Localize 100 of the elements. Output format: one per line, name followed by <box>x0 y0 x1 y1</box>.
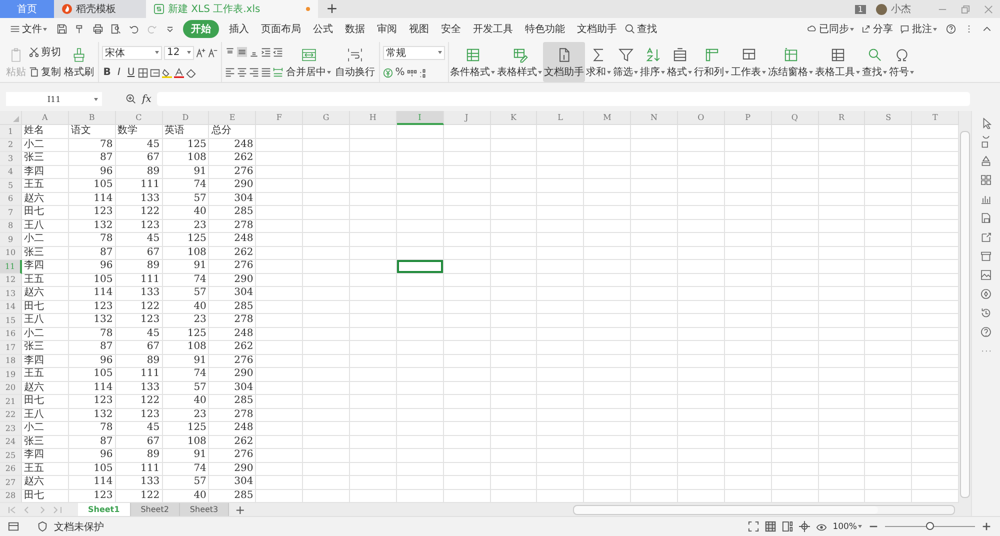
column-header[interactable]: A <box>22 111 69 125</box>
action-button[interactable]: 批注 <box>912 22 937 36</box>
sidebar-tool-icon[interactable] <box>980 231 992 243</box>
horizontal-scrollbar[interactable] <box>573 504 956 514</box>
undo-icon[interactable] <box>129 24 139 34</box>
row-header[interactable]: 16 <box>0 328 22 341</box>
ribbon-button[interactable]: 文档助手 <box>543 42 585 82</box>
ribbon-button[interactable]: 查找 <box>861 42 888 82</box>
share-icon[interactable] <box>861 24 871 34</box>
menu-tab[interactable]: 开始 <box>183 20 219 38</box>
function-button[interactable]: fx <box>142 94 152 104</box>
row-header[interactable]: 2 <box>0 138 22 152</box>
zoom-level[interactable]: 100% <box>832 522 862 532</box>
shield-icon[interactable] <box>37 521 48 532</box>
row-header[interactable]: 1 <box>0 125 22 138</box>
outdent-icon[interactable] <box>273 47 283 57</box>
row-header[interactable]: 9 <box>0 233 22 246</box>
row-header[interactable]: 15 <box>0 314 22 328</box>
merge-center-button[interactable]: 合并居中 <box>285 42 332 82</box>
ribbon-button[interactable]: 行和列 <box>693 42 730 82</box>
ribbon-button[interactable]: 冻结窗格 <box>767 42 814 82</box>
row-header[interactable]: 12 <box>0 274 22 287</box>
menu-tab[interactable]: 文档助手 <box>571 20 623 38</box>
font-family-field[interactable]: 宋体 <box>102 46 162 60</box>
ribbon-button[interactable]: 排序 <box>639 42 666 82</box>
align-right-icon[interactable] <box>249 67 259 77</box>
border-icon[interactable] <box>138 68 148 78</box>
menu-tab[interactable]: 公式 <box>307 20 339 38</box>
document-tab[interactable]: 首页 <box>0 0 54 18</box>
row-header[interactable]: 18 <box>0 354 22 368</box>
active-cell[interactable] <box>396 260 444 274</box>
name-box[interactable]: I11 <box>6 92 102 106</box>
number-format-field[interactable]: 常规 <box>383 46 445 60</box>
sidebar-tool-icon[interactable] <box>980 174 992 186</box>
column-header[interactable]: L <box>537 111 584 125</box>
comment-icon[interactable] <box>900 24 910 34</box>
column-header[interactable]: C <box>116 111 163 125</box>
column-header[interactable]: H <box>350 111 397 125</box>
bucket-icon[interactable] <box>162 68 172 78</box>
sheet-tab[interactable]: Sheet2 <box>130 503 180 516</box>
new-tab-button[interactable]: + <box>318 0 346 18</box>
action-button[interactable]: 已同步 <box>819 22 854 36</box>
menu-tab[interactable]: 页面布局 <box>255 20 307 38</box>
align-center-icon[interactable] <box>237 67 247 77</box>
help-icon[interactable] <box>946 24 956 34</box>
column-header[interactable]: J <box>444 111 491 125</box>
copy-button[interactable]: 复制 <box>41 65 61 79</box>
save-icon[interactable] <box>57 24 67 34</box>
eye-icon[interactable] <box>816 521 827 532</box>
sheet-tab[interactable]: Sheet1 <box>78 503 131 516</box>
row-header[interactable]: 17 <box>0 341 22 354</box>
ribbon-button[interactable]: 符号 <box>888 42 915 82</box>
sidebar-tool-icon[interactable] <box>980 326 992 338</box>
align-middle-icon[interactable] <box>237 47 247 57</box>
font-size-field[interactable]: 12 <box>164 46 194 60</box>
sidebar-tool-icon[interactable] <box>980 307 992 319</box>
currency-icon[interactable] <box>383 68 393 78</box>
ribbon-button[interactable]: 工作表 <box>730 42 767 82</box>
sidebar-tool-icon[interactable] <box>980 288 992 300</box>
document-tab[interactable]: 新建 XLS 工作表.xls <box>146 0 318 18</box>
column-header[interactable]: K <box>490 111 538 125</box>
row-header[interactable]: 21 <box>0 395 22 408</box>
row-header[interactable]: 5 <box>0 179 22 192</box>
fill-color-icon[interactable] <box>150 68 160 78</box>
column-header[interactable]: D <box>162 111 210 125</box>
fullscreen-icon[interactable] <box>748 521 759 532</box>
caret-icon[interactable] <box>165 24 175 34</box>
sheet-status-icon[interactable] <box>8 521 19 532</box>
menu-tab[interactable]: 审阅 <box>371 20 403 38</box>
zoom-icon[interactable] <box>126 94 136 104</box>
scissors-icon[interactable] <box>29 47 39 57</box>
column-header[interactable]: F <box>256 111 304 125</box>
column-header[interactable]: S <box>865 111 912 125</box>
document-tab[interactable]: 稻壳模板 <box>54 0 146 18</box>
menu-tab[interactable]: 开发工具 <box>467 20 519 38</box>
row-header[interactable]: 14 <box>0 300 22 314</box>
sidebar-tool-icon[interactable] <box>980 155 992 167</box>
row-header[interactable]: 8 <box>0 220 22 233</box>
preview-icon[interactable] <box>111 24 121 34</box>
sidebar-tool-icon[interactable] <box>980 269 992 281</box>
column-header[interactable]: G <box>303 111 350 125</box>
sidebar-tool-icon[interactable] <box>980 193 992 205</box>
ribbon-button[interactable]: 求和 <box>585 42 612 82</box>
ribbon-button[interactable]: 条件格式 <box>449 42 496 82</box>
page-break-icon[interactable] <box>782 521 793 532</box>
column-header[interactable]: M <box>584 111 632 125</box>
row-header[interactable]: 6 <box>0 192 22 206</box>
format-painter-button[interactable]: 格式刷 <box>63 42 95 82</box>
menu-tab[interactable]: 安全 <box>435 20 467 38</box>
sheet-tab[interactable]: Sheet3 <box>180 503 230 516</box>
row-header[interactable]: 11 <box>0 260 22 274</box>
zoom-slider[interactable] <box>926 522 934 530</box>
eraser-icon[interactable] <box>186 68 196 78</box>
font-color-icon[interactable] <box>174 68 184 78</box>
align-left-icon[interactable] <box>225 67 235 77</box>
sidebar-tool-icon[interactable] <box>980 136 992 148</box>
user-name[interactable]: 小杰 <box>891 2 911 16</box>
row-header[interactable]: 20 <box>0 382 22 395</box>
search-icon[interactable] <box>625 24 635 34</box>
font-style-button[interactable]: I <box>114 67 124 78</box>
